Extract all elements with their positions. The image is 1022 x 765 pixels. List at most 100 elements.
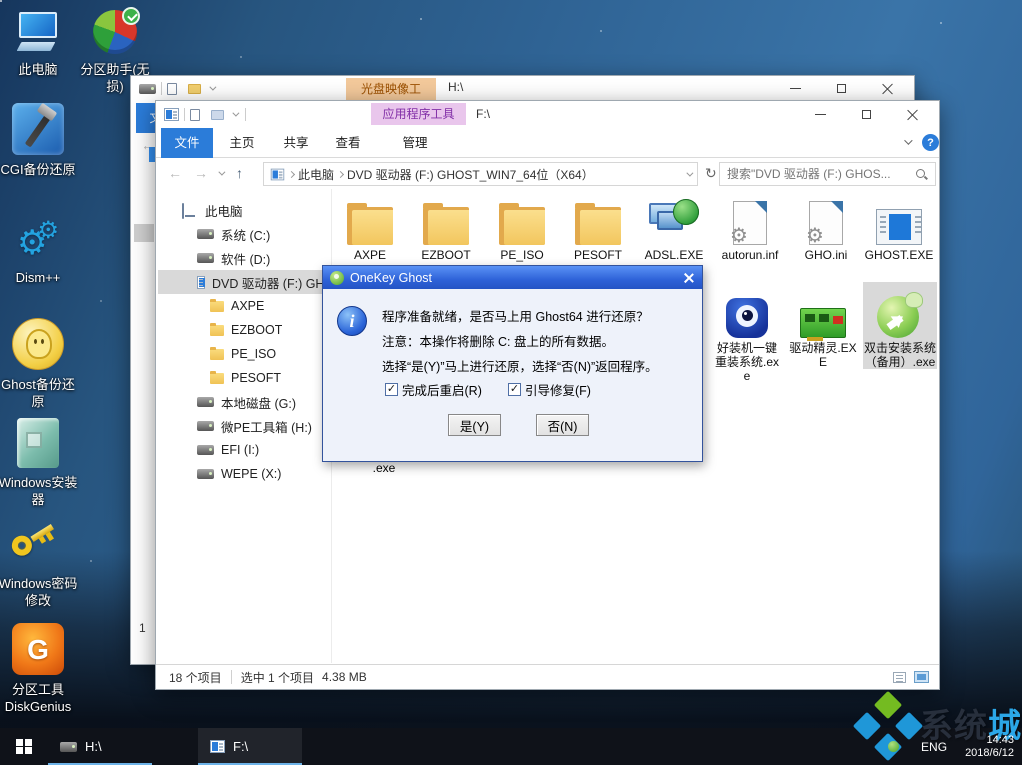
file-item-ezboot[interactable]: EZBOOT <box>408 193 484 262</box>
taskbar-item-label: F:\ <box>233 739 249 754</box>
minimize-button[interactable] <box>772 76 818 101</box>
network-app-icon <box>636 193 712 245</box>
application-tools-tab[interactable]: 应用程序工具 <box>371 103 466 125</box>
close-button[interactable] <box>889 101 935 128</box>
address-breadcrumb[interactable]: 此电脑 DVD 驱动器 (F:) GHOST_WIN7_64位（X64） <box>263 162 698 186</box>
ghost-icon <box>0 315 78 373</box>
language-indicator[interactable]: ENG <box>921 740 947 754</box>
close-button[interactable] <box>864 76 910 101</box>
package-box-icon <box>0 415 78 471</box>
disc-image-tools-tab[interactable]: 光盘映像工具 <box>346 78 436 118</box>
tree-item-this-pc[interactable]: 此电脑 <box>158 198 330 222</box>
desktop-icon-password-reset[interactable]: Windows密码修改 <box>0 518 78 609</box>
taskbar-item-f-drive[interactable]: F:\ <box>198 728 302 765</box>
minimize-button[interactable] <box>797 101 843 128</box>
back-arrow-icon[interactable]: ← <box>168 165 182 181</box>
file-item-axpe[interactable]: AXPE <box>332 193 408 262</box>
file-item-pe-iso[interactable]: PE_ISO <box>484 193 560 262</box>
dialog-title-bar[interactable]: OneKey Ghost <box>323 266 702 289</box>
file-item-haozhuangji-exe[interactable]: 好装机一键重装系统.exe <box>712 286 782 383</box>
tree-item-drive-g[interactable]: 本地磁盘 (G:) <box>158 390 330 414</box>
details-view-icon[interactable] <box>893 671 906 683</box>
desktop-icon-this-pc[interactable]: 此电脑 <box>0 6 78 78</box>
address-dropdown-chevron-icon[interactable] <box>686 169 694 177</box>
tree-item-ezboot[interactable]: EZBOOT <box>158 318 330 342</box>
breadcrumb-current-folder[interactable]: DVD 驱动器 (F:) GHOST_WIN7_64位（X64） <box>347 166 594 183</box>
item-count: 18 个项目 <box>169 670 222 685</box>
folder-icon <box>210 298 224 312</box>
tab-manage[interactable]: 管理 <box>384 128 446 158</box>
tab-share[interactable]: 共享 <box>272 128 320 158</box>
large-icons-view-icon[interactable] <box>914 671 929 683</box>
restart-after-finish-checkbox[interactable]: ✓ 完成后重启(R) <box>385 380 482 399</box>
system-tray: ENG 14:43 2018/6/12 <box>888 728 1022 765</box>
drive-icon <box>197 421 214 431</box>
tree-item-drive-x[interactable]: WEPE (X:) <box>158 462 330 486</box>
qat-customize-chevron-icon[interactable] <box>209 83 217 91</box>
new-item-icon[interactable] <box>190 108 200 121</box>
info-icon: i <box>337 306 367 336</box>
tab-view[interactable]: 查看 <box>324 128 372 158</box>
file-item-qudongjingling-exe[interactable]: 驱动精灵.EXE <box>788 286 858 369</box>
file-item-autorun-inf[interactable]: ⚙ autorun.inf <box>712 193 788 262</box>
breadcrumb-separator-icon[interactable] <box>336 170 345 178</box>
refresh-icon[interactable]: ↻ <box>705 165 717 182</box>
computer-icon <box>0 6 78 58</box>
tree-item-pesoft[interactable]: PESOFT <box>158 366 330 390</box>
checkbox-label: 完成后重启(R) <box>402 384 482 398</box>
help-icon[interactable]: ? <box>922 134 939 151</box>
maximize-button[interactable] <box>818 76 864 101</box>
tab-home[interactable]: 主页 <box>218 128 266 158</box>
forward-arrow-icon[interactable]: → <box>194 165 208 181</box>
boot-repair-checkbox[interactable]: ✓ 引导修复(F) <box>508 380 591 399</box>
clock[interactable]: 14:43 2018/6/12 <box>965 734 1014 760</box>
status-bar: 18 个项目 选中 1 个项目 4.38 MB <box>156 664 939 689</box>
eye-app-icon <box>712 286 782 338</box>
new-item-icon[interactable] <box>167 82 177 95</box>
tree-item-drive-d[interactable]: 软件 (D:) <box>158 246 330 270</box>
desktop-icon-ghost-backup[interactable]: Ghost备份还原 <box>0 315 78 410</box>
desktop-icon-windows-installer[interactable]: Windows安装器 <box>0 415 78 508</box>
maximize-button[interactable] <box>843 101 889 128</box>
search-input[interactable] <box>727 167 915 181</box>
explorer-window-icon <box>164 108 179 121</box>
yes-button[interactable]: 是(Y) <box>448 414 501 436</box>
breadcrumb-this-pc[interactable]: 此电脑 <box>298 166 334 183</box>
ghost-arrow-icon <box>863 286 937 338</box>
folder-properties-icon[interactable] <box>188 83 201 94</box>
desktop-icon-diskgenius[interactable]: G 分区工具DiskGenius <box>0 620 78 715</box>
tree-item-axpe[interactable]: AXPE <box>158 294 330 318</box>
onekey-ghost-dialog[interactable]: OneKey Ghost i 程序准备就绪，是否马上用 Ghost64 进行还原… <box>322 265 703 462</box>
tab-file[interactable]: 文件 <box>161 128 213 158</box>
drive-icon <box>197 469 214 479</box>
taskbar-item-h-drive[interactable]: H:\ <box>48 728 152 765</box>
tree-item-drive-h[interactable]: 微PE工具箱 (H:) <box>158 414 330 438</box>
desktop-icon-cgi-backup[interactable]: CGI备份还原 <box>0 100 78 178</box>
start-button[interactable] <box>0 728 48 765</box>
search-icon[interactable] <box>915 168 928 181</box>
qat-customize-chevron-icon[interactable] <box>232 109 240 117</box>
onekey-tray-icon[interactable] <box>888 741 900 752</box>
tree-item-drive-c[interactable]: 系统 (C:) <box>158 222 330 246</box>
tree-item-pe-iso[interactable]: PE_ISO <box>158 342 330 366</box>
folder-properties-icon[interactable] <box>211 109 224 120</box>
file-item-pesoft[interactable]: PESOFT <box>560 193 636 262</box>
scrollbar-fragment[interactable] <box>134 224 154 242</box>
tree-item-drive-i[interactable]: EFI (I:) <box>158 438 330 462</box>
file-item-ghost-exe[interactable]: GHOST.EXE <box>864 193 934 262</box>
file-item-adsl-exe[interactable]: ADSL.EXE <box>636 193 712 262</box>
file-item-gho-ini[interactable]: ⚙ GHO.ini <box>788 193 864 262</box>
breadcrumb-separator-icon[interactable] <box>287 170 296 178</box>
no-button[interactable]: 否(N) <box>536 414 589 436</box>
desktop-icon-dism[interactable]: ⚙ ⚙ Dism++ <box>0 210 78 286</box>
desktop-icon-label: Windows密码修改 <box>0 576 78 608</box>
window-title: F:\ <box>476 107 490 121</box>
up-arrow-icon[interactable]: ↑ <box>236 165 243 181</box>
dialog-title: OneKey Ghost <box>350 270 432 285</box>
tree-item-dvd-drive-f[interactable]: DVD 驱动器 (F:) GHOST_WIN7_64位（X64） <box>158 270 330 294</box>
file-label-fragment[interactable]: .exe <box>354 461 414 475</box>
status-fragment: 1 <box>139 621 146 635</box>
search-box[interactable] <box>719 162 936 186</box>
file-item-shuangji-anzhuang-exe[interactable]: 双击安装系统（备用）.exe <box>863 282 937 369</box>
dialog-close-icon[interactable] <box>681 271 695 285</box>
